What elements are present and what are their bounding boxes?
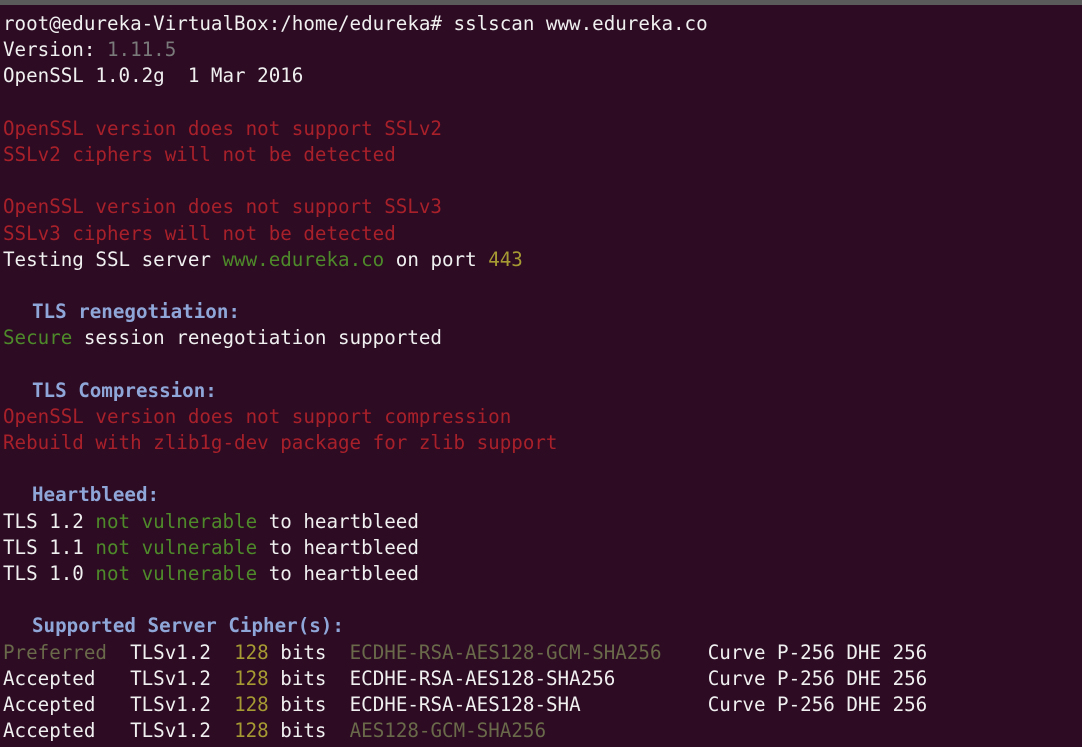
heartbleed-rest: to heartbleed	[257, 509, 419, 533]
heartbleed-proto: TLS 1.2	[3, 509, 96, 533]
sslv2-warning-1: OpenSSL version does not support SSLv2	[3, 116, 442, 140]
testing-prefix: Testing SSL server	[3, 247, 223, 271]
heartbleed-heading: Heartbleed:	[3, 482, 1082, 508]
cipher-row: Accepted TLSv1.2 128 bits ECDHE-RSA-AES1…	[3, 666, 1082, 692]
sslv3-warning-line-2: SSLv3 ciphers will not be detected	[3, 221, 1082, 247]
testing-middle: on port	[384, 247, 489, 271]
tls-compression-line-1: OpenSSL version does not support compres…	[3, 404, 1082, 430]
version-value: 1.11.5	[106, 38, 177, 62]
version-line: Version: 1.11.5	[3, 37, 1082, 63]
cipher-curve: Curve P-256 DHE 256	[707, 640, 928, 664]
testing-port: 443	[488, 247, 523, 271]
cipher-name: AES128-GCM-SHA256	[349, 719, 546, 743]
cipher-bits-label: bits	[280, 640, 327, 664]
command-prompt-line: root@edureka-VirtualBox:/home/edureka# s…	[3, 11, 1082, 37]
cipher-status: Preferred	[3, 640, 107, 664]
cipher-proto: TLSv1.2	[130, 692, 211, 716]
compression-warning-1: OpenSSL version does not support compres…	[3, 404, 512, 428]
openssl-version: OpenSSL 1.0.2g 1 Mar 2016	[3, 64, 304, 88]
openssl-line: OpenSSL 1.0.2g 1 Mar 2016	[3, 63, 1082, 89]
cipher-bits-label: bits	[280, 719, 327, 743]
heartbleed-row: TLS 1.1 not vulnerable to heartbleed	[3, 535, 1082, 561]
tls-compression-heading: TLS Compression:	[3, 378, 1082, 404]
heartbleed-proto: TLS 1.0	[3, 561, 96, 585]
heartbleed-rest: to heartbleed	[257, 535, 419, 559]
ciphers-heading: Supported Server Cipher(s):	[3, 613, 1082, 639]
cipher-curve: Curve P-256 DHE 256	[707, 692, 928, 716]
cipher-row: Accepted TLSv1.2 128 bits AES128-GCM-SHA…	[3, 718, 1082, 744]
heartbleed-status: not vulnerable	[95, 509, 258, 533]
tls-compression-line-2: Rebuild with zlib1g-dev package for zlib…	[3, 430, 1082, 456]
cipher-row: Accepted TLSv1.2 128 bits ECDHE-RSA-AES1…	[3, 692, 1082, 718]
cipher-status: Accepted	[3, 692, 96, 716]
tls-renegotiation-line: Secure session renegotiation supported	[3, 325, 1082, 351]
heartbleed-rest: to heartbleed	[257, 561, 419, 585]
cipher-bits: 128	[234, 640, 269, 664]
cipher-name: ECDHE-RSA-AES128-SHA256	[349, 666, 616, 690]
sslv3-warning-2: SSLv3 ciphers will not be detected	[3, 221, 396, 245]
sslv2-warning-2: SSLv2 ciphers will not be detected	[3, 142, 396, 166]
terminal-window[interactable]: root@edureka-VirtualBox:/home/edureka# s…	[0, 0, 1082, 747]
cipher-bits: 128	[234, 692, 269, 716]
cipher-bits: 128	[234, 666, 269, 690]
cipher-bits: 128	[234, 719, 269, 743]
renegotiation-status: Secure	[3, 326, 73, 350]
cipher-status: Accepted	[3, 666, 96, 690]
sslv3-warning-line-1: OpenSSL version does not support SSLv3	[3, 194, 1082, 220]
version-label: Version:	[3, 38, 107, 62]
heartbleed-proto: TLS 1.1	[3, 535, 96, 559]
tls-renegotiation-title: TLS renegotiation:	[32, 300, 240, 324]
compression-warning-2: Rebuild with zlib1g-dev package for zlib…	[3, 431, 558, 454]
cipher-proto: TLSv1.2	[130, 666, 211, 690]
heartbleed-row: TLS 1.0 not vulnerable to heartbleed	[3, 561, 1082, 587]
testing-host: www.edureka.co	[222, 247, 385, 271]
cipher-name: ECDHE-RSA-AES128-SHA	[349, 692, 581, 716]
ciphers-title: Supported Server Cipher(s):	[32, 614, 344, 638]
tls-renegotiation-heading: TLS renegotiation:	[3, 299, 1082, 325]
renegotiation-rest: session renegotiation supported	[72, 326, 442, 350]
cipher-row: Preferred TLSv1.2 128 bits ECDHE-RSA-AES…	[3, 640, 1082, 666]
cipher-proto: TLSv1.2	[130, 640, 211, 664]
cipher-bits-label: bits	[280, 666, 327, 690]
heartbleed-status: not vulnerable	[95, 561, 258, 585]
sslv2-warning-line-2: SSLv2 ciphers will not be detected	[3, 142, 1082, 168]
cipher-bits-label: bits	[280, 692, 327, 716]
testing-line: Testing SSL server www.edureka.co on por…	[3, 247, 1082, 273]
cipher-status: Accepted	[3, 719, 96, 743]
tls-compression-title: TLS Compression:	[32, 378, 217, 402]
cipher-curve: Curve P-256 DHE 256	[707, 666, 928, 690]
command-prompt: root@edureka-VirtualBox:/home/edureka# s…	[3, 12, 708, 35]
heartbleed-row: TLS 1.2 not vulnerable to heartbleed	[3, 509, 1082, 535]
cipher-name: ECDHE-RSA-AES128-GCM-SHA256	[349, 640, 662, 664]
sslv2-warning-line-1: OpenSSL version does not support SSLv2	[3, 116, 1082, 142]
heartbleed-title: Heartbleed:	[32, 483, 160, 507]
cipher-proto: TLSv1.2	[130, 719, 211, 743]
sslv3-warning-1: OpenSSL version does not support SSLv3	[3, 195, 442, 219]
heartbleed-status: not vulnerable	[95, 535, 258, 559]
